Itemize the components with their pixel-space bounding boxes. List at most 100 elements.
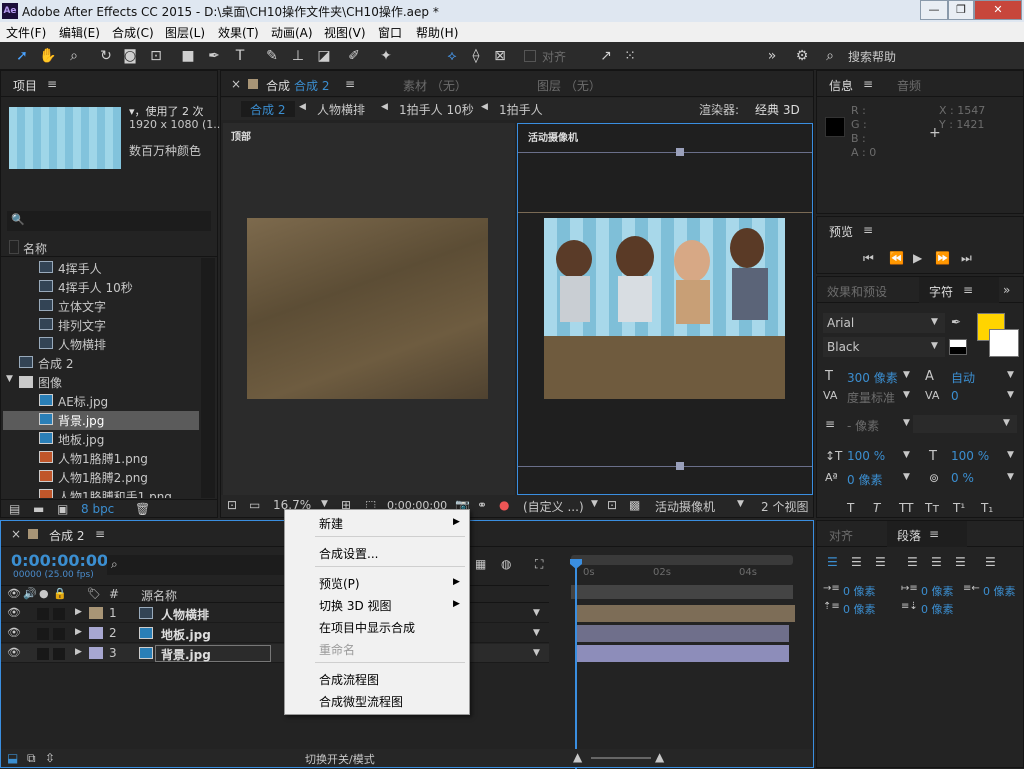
layer-color-label[interactable] — [89, 607, 103, 619]
eye-icon[interactable]: 👁 — [7, 646, 21, 659]
dropdown-arrow-icon[interactable]: ▼ — [903, 472, 910, 482]
stroke-type-dropdown[interactable]: ▼ — [913, 415, 1017, 433]
snap-grid-icon[interactable]: ⁙ — [620, 46, 640, 66]
last-frame-icon[interactable]: ⏭ — [961, 251, 972, 266]
layer-color-label[interactable] — [89, 627, 103, 639]
restore-button[interactable]: ❐ — [948, 0, 974, 20]
renderer-dropdown[interactable]: 经典 3D — [755, 101, 800, 118]
zoom-in-icon[interactable]: ▲ — [655, 750, 664, 764]
dropdown-arrow-icon[interactable]: ▼ — [1007, 450, 1014, 460]
play-icon[interactable]: ▶ — [913, 251, 922, 265]
all-caps-icon[interactable]: TT — [899, 501, 913, 515]
list-item[interactable]: 人物横排 — [1, 334, 201, 353]
list-item[interactable]: 4挥手人 10秒 — [1, 277, 201, 296]
dropdown-arrow-icon[interactable]: ▼ — [903, 418, 910, 428]
menu-composition[interactable]: 合成(C) — [112, 24, 154, 41]
views-dropdown[interactable]: 2 个视图 — [761, 498, 808, 515]
menu-item-switch-3d-view[interactable]: 切换 3D 视图 — [319, 597, 392, 614]
playhead[interactable] — [575, 561, 577, 769]
layer-name[interactable]: 地板.jpg — [161, 626, 211, 643]
layer-switches-icon[interactable]: ⬓ — [7, 751, 18, 765]
faux-bold-icon[interactable]: T — [847, 501, 854, 515]
justify-right-icon[interactable]: ☰ — [955, 555, 966, 569]
timeline-search-input[interactable]: ⌕ — [107, 555, 287, 575]
tab-footage[interactable]: 素材 （无） — [403, 77, 467, 94]
expand-panels-icon[interactable]: » — [1003, 283, 1010, 297]
solo-toggle[interactable] — [37, 608, 49, 620]
menu-item-reveal-in-project[interactable]: 在项目中显示合成 — [319, 619, 415, 636]
align-right-icon[interactable]: ☰ — [875, 555, 886, 569]
expand-arrow-icon[interactable]: ▶ — [75, 627, 82, 637]
new-folder-icon[interactable]: ▬ — [33, 502, 44, 516]
zoom-out-icon[interactable]: ▲ — [573, 750, 582, 764]
tracking-value[interactable]: 0 — [951, 389, 959, 403]
stroke-width-value[interactable]: - 像素 — [847, 417, 879, 434]
eye-icon[interactable]: 👁 — [7, 606, 21, 619]
sync-settings-icon[interactable]: ⚙ — [792, 46, 812, 66]
menu-window[interactable]: 窗口 — [378, 24, 402, 41]
camera-handle[interactable] — [676, 462, 684, 470]
list-item[interactable]: 地板.jpg — [1, 429, 201, 448]
list-item[interactable]: 合成 2 — [1, 353, 201, 372]
menu-animation[interactable]: 动画(A) — [271, 24, 313, 41]
dropdown-arrow-icon[interactable]: ▼ — [737, 499, 744, 509]
subscript-icon[interactable]: T₁ — [981, 501, 993, 515]
toggle-switches-modes[interactable]: 切换开关/模式 — [305, 751, 375, 767]
indent-left-value[interactable]: 0 像素 — [843, 583, 876, 599]
baseline-shift-value[interactable]: 0 像素 — [847, 471, 882, 488]
view-axis-icon[interactable]: ⊠ — [490, 46, 510, 66]
superscript-icon[interactable]: T¹ — [953, 501, 965, 515]
tab-character[interactable]: 字符 — [929, 283, 953, 300]
dropdown-arrow-icon[interactable]: ▼ — [903, 390, 910, 400]
previous-frame-icon[interactable]: ⏪ — [889, 251, 904, 265]
next-frame-icon[interactable]: ⏩ — [935, 251, 950, 265]
menu-item-new[interactable]: 新建 — [319, 515, 343, 532]
layer-color-label[interactable] — [89, 647, 103, 659]
tab-paragraph[interactable]: 段落 — [897, 527, 921, 544]
menu-view[interactable]: 视图(V) — [324, 24, 366, 41]
time-graph[interactable]: 0s 02s 04s — [561, 551, 797, 769]
panel-menu-icon[interactable]: ≡ — [345, 77, 355, 91]
zoom-tool-icon[interactable]: ⌕ — [64, 46, 84, 66]
snap-checkbox[interactable] — [524, 50, 536, 62]
space-after-value[interactable]: 0 像素 — [921, 601, 954, 617]
roto-brush-tool-icon[interactable]: ✐ — [344, 46, 364, 66]
kerning-value[interactable]: 度量标准 — [847, 389, 895, 406]
list-item[interactable]: 立体文字 — [1, 296, 201, 315]
dropdown-arrow-icon[interactable]: ▼ — [903, 450, 910, 460]
delete-icon[interactable]: 🗑 — [135, 502, 150, 516]
expand-toolbar-icon[interactable]: » — [762, 46, 782, 66]
selection-tool-icon[interactable]: ➚ — [12, 46, 32, 66]
font-family-dropdown[interactable]: Arial ▼ — [823, 313, 945, 333]
close-tab-icon[interactable]: × — [231, 77, 241, 91]
local-axis-icon[interactable]: ⟡ — [442, 46, 462, 66]
list-item[interactable]: 排列文字 — [1, 315, 201, 334]
expand-arrow-icon[interactable]: ▼ — [6, 374, 13, 384]
lock-toggle[interactable] — [53, 648, 65, 660]
graph-editor-icon[interactable]: ⛶ — [535, 557, 543, 572]
always-preview-icon[interactable]: ⊡ — [227, 498, 237, 512]
align-left-icon[interactable]: ☰ — [827, 555, 838, 569]
name-column-header[interactable]: 名称 — [23, 240, 47, 257]
panel-menu-icon[interactable]: ≡ — [963, 283, 973, 297]
tab-align[interactable]: 对齐 — [829, 527, 853, 544]
font-style-dropdown[interactable]: Black ▼ — [823, 337, 945, 357]
transfer-controls-icon[interactable]: ⧉ — [27, 751, 36, 766]
breadcrumb-item[interactable]: 合成 2 — [250, 101, 285, 118]
breadcrumb-item[interactable]: 人物横排 — [317, 101, 365, 118]
dropdown-arrow-icon[interactable]: ▼ — [533, 628, 540, 638]
search-help-input[interactable]: 搜索帮助 — [848, 48, 896, 65]
dropdown-arrow-icon[interactable]: ▼ — [1007, 370, 1014, 380]
stroke-color-swatch[interactable] — [989, 329, 1019, 357]
world-axis-icon[interactable]: ⟠ — [466, 46, 486, 66]
horizontal-scale-value[interactable]: 100 % — [951, 449, 989, 463]
motion-blur-icon[interactable]: ◍ — [501, 557, 511, 571]
list-item[interactable]: 人物1胳膊2.png — [1, 467, 201, 486]
dropdown-arrow-icon[interactable]: ▼ — [591, 499, 598, 509]
menu-edit[interactable]: 编辑(E) — [59, 24, 100, 41]
timeline-current-time[interactable]: 0:00:00:00 — [11, 551, 108, 570]
layer-name[interactable]: 人物横排 — [161, 606, 209, 623]
rectangle-tool-icon[interactable]: ■ — [178, 46, 198, 66]
list-item[interactable]: 人物1胳膊和手1.png — [1, 486, 201, 498]
align-center-icon[interactable]: ☰ — [851, 555, 862, 569]
